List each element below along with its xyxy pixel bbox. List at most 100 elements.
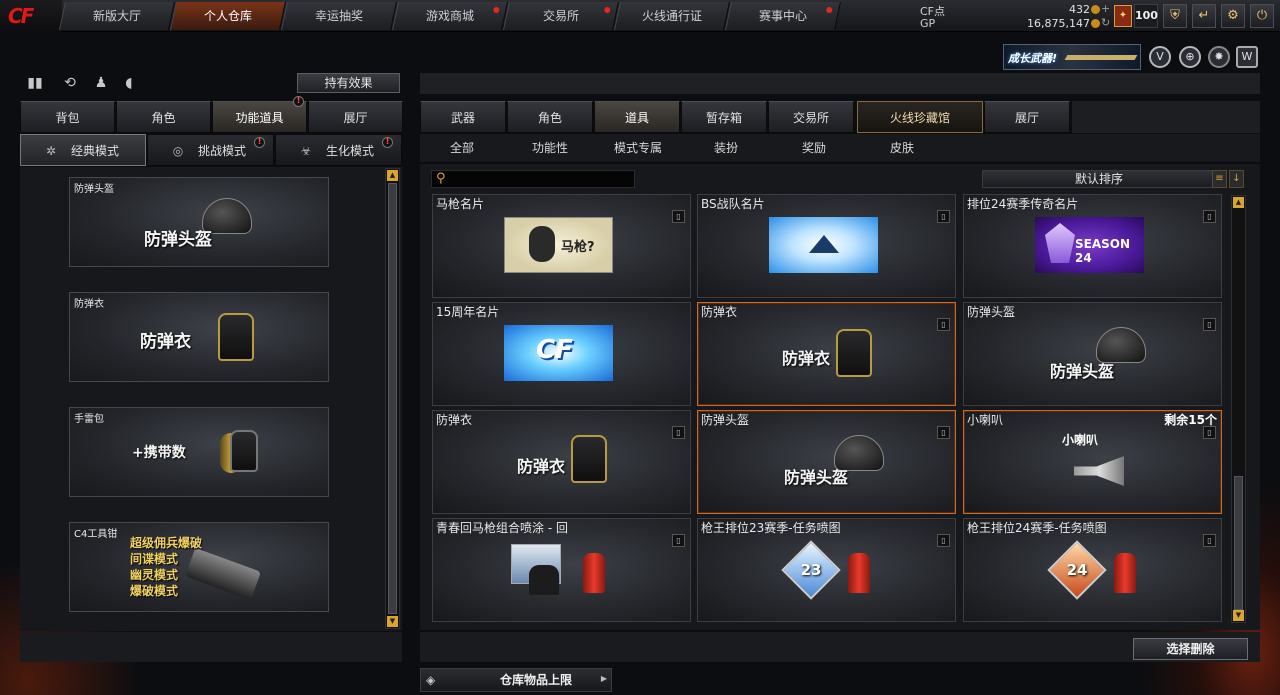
tab-zombie-mode[interactable]: ☣ 生化模式 !: [275, 134, 402, 166]
character-icon[interactable]: ♟: [92, 74, 110, 92]
trash-icon[interactable]: ▯: [672, 534, 685, 547]
tab-challenge-mode[interactable]: ◎ 挑战模式 !: [147, 134, 274, 166]
spray-can-icon: [1114, 553, 1136, 593]
subtab-rewards[interactable]: 奖励: [772, 134, 856, 162]
tab-function-items[interactable]: 功能道具: [212, 101, 307, 133]
v-badge-icon[interactable]: V: [1149, 46, 1171, 68]
tab-showroom[interactable]: 展厅: [308, 101, 403, 133]
tab-new-lobby[interactable]: 新版大厅: [59, 2, 175, 30]
subtab-mode-exclusive[interactable]: 模式专属: [596, 134, 680, 162]
trash-icon[interactable]: ▯: [1203, 210, 1216, 223]
owned-effects-button[interactable]: 持有效果: [297, 73, 400, 93]
item-card[interactable]: 青春回马枪组合喷涂 - 回 ▯: [432, 518, 691, 622]
add-cf-icon[interactable]: +: [1101, 2, 1112, 15]
search-input[interactable]: ⚲: [431, 170, 635, 188]
tab-backpack[interactable]: 背包: [20, 101, 115, 133]
item-card[interactable]: 枪王排位24赛季-任务喷图 ▯ 24: [963, 518, 1222, 622]
refresh-icon[interactable]: ↻: [1101, 16, 1112, 29]
item-card[interactable]: 小喇叭 剩余15个 ▯ 小喇叭: [963, 410, 1222, 514]
back-icon[interactable]: ↵: [1192, 4, 1216, 28]
tab-storage-box[interactable]: 暂存箱: [681, 101, 767, 133]
stats-icon[interactable]: ▮▮: [26, 74, 44, 92]
history-icon[interactable]: ⟲: [61, 74, 79, 92]
subtab-skins[interactable]: 皮肤: [860, 134, 944, 162]
cf-coin-icon: [1091, 5, 1100, 14]
trash-icon[interactable]: ▯: [672, 426, 685, 439]
item-card[interactable]: 防弹衣 ▯ 防弹衣: [432, 410, 691, 514]
item-card[interactable]: 防弹头盔 ▯ 防弹头盔: [963, 302, 1222, 406]
crosshair-icon[interactable]: ⊕: [1179, 46, 1201, 68]
settings-icon[interactable]: ⚙: [1221, 4, 1245, 28]
gp-coin-icon: [1091, 19, 1100, 28]
tab-items[interactable]: 道具: [594, 101, 680, 133]
scroll-thumb[interactable]: [388, 183, 397, 614]
mode-list: 超级佣兵爆破 间谍模式 幽灵模式 爆破模式: [130, 536, 203, 598]
sort-down-icon[interactable]: ↓: [1229, 170, 1244, 188]
equipped-slot-list: 防弹头盔 防弹头盔 防弹衣 防弹衣 手雷包 +携带数 C4工具钳 超级佣兵爆破 …: [20, 167, 402, 631]
left-scrollbar[interactable]: ▲ ▼: [385, 168, 400, 629]
mouse-icon[interactable]: ◖: [120, 74, 138, 92]
slot-grenade-pack[interactable]: 手雷包 +携带数: [69, 407, 329, 497]
tab-weapons[interactable]: 武器: [420, 101, 506, 133]
trash-icon[interactable]: ▯: [1203, 426, 1216, 439]
tab-collection-hall[interactable]: 火线珍藏馆: [857, 101, 983, 133]
tab-classic-mode[interactable]: ✲ 经典模式: [20, 134, 146, 166]
scroll-up-icon[interactable]: ▲: [387, 170, 398, 181]
shield-icon[interactable]: ⛨: [1163, 4, 1187, 28]
trash-icon[interactable]: ▯: [937, 426, 950, 439]
rank-badge-icon[interactable]: ✦: [1114, 5, 1132, 27]
trash-icon[interactable]: ▯: [937, 534, 950, 547]
bomb-icon[interactable]: ✸: [1208, 46, 1230, 68]
tab-battle-pass[interactable]: 火线通行证: [614, 2, 730, 30]
inventory-category-tabs: 武器 角色 道具 暂存箱 交易所 火线珍藏馆 展厅: [420, 101, 1072, 133]
trash-icon[interactable]: ▯: [672, 210, 685, 223]
game-logo[interactable]: CF: [0, 0, 62, 32]
list-view-icon[interactable]: ≡: [1212, 170, 1227, 188]
search-icon: ⚲: [436, 171, 446, 186]
subtab-functional[interactable]: 功能性: [508, 134, 592, 162]
season-crest-icon: [1045, 223, 1075, 263]
tab-event-center[interactable]: 赛事中心: [725, 2, 841, 30]
subtab-all[interactable]: 全部: [420, 134, 504, 162]
select-delete-button[interactable]: 选择删除: [1133, 638, 1248, 660]
tab-characters[interactable]: 角色: [507, 101, 593, 133]
rank-diamond-icon: 23: [781, 540, 841, 600]
scroll-down-icon[interactable]: ▼: [387, 616, 398, 627]
growth-weapon-banner[interactable]: 成长武器!: [1003, 44, 1141, 70]
item-card[interactable]: BS战队名片 ▯: [697, 194, 956, 298]
spray-can-icon: [848, 553, 870, 593]
tab-lucky-draw[interactable]: 幸运抽奖: [281, 2, 397, 30]
scroll-thumb[interactable]: [1234, 476, 1243, 610]
item-card[interactable]: 马枪名片 ▯ 马枪?: [432, 194, 691, 298]
slot-helmet[interactable]: 防弹头盔 防弹头盔: [69, 177, 329, 267]
cf-points-value: 432: [1069, 3, 1090, 16]
w-logo-icon[interactable]: W: [1236, 46, 1258, 68]
item-card[interactable]: 15周年名片 CF: [432, 302, 691, 406]
tab-exchange[interactable]: 交易所: [503, 2, 619, 30]
power-icon[interactable]: ⏻: [1250, 4, 1274, 28]
item-card[interactable]: 防弹头盔 ▯ 防弹头盔: [697, 410, 956, 514]
right-header-strip: [420, 73, 1260, 94]
tab-character[interactable]: 角色: [116, 101, 211, 133]
subtab-cosmetic[interactable]: 装扮: [684, 134, 768, 162]
item-card[interactable]: 排位24赛季传奇名片 ▯ SEASON 24: [963, 194, 1222, 298]
scroll-up-icon[interactable]: ▲: [1233, 197, 1244, 208]
tab-display-hall[interactable]: 展厅: [984, 101, 1070, 133]
left-toolbar: ▮▮ ⟲ ♟ ◖: [24, 72, 144, 94]
trash-icon[interactable]: ▯: [1203, 318, 1216, 331]
trash-icon[interactable]: ▯: [937, 318, 950, 331]
tab-personal-inventory[interactable]: 个人仓库: [170, 2, 286, 30]
tab-trade[interactable]: 交易所: [768, 101, 854, 133]
notification-dot: [604, 7, 611, 13]
item-card[interactable]: 防弹衣 ▯ 防弹衣: [697, 302, 956, 406]
trash-icon[interactable]: ▯: [1203, 534, 1216, 547]
item-card[interactable]: 枪王排位23赛季-任务喷图 ▯ 23: [697, 518, 956, 622]
tab-game-shop[interactable]: 游戏商城: [392, 2, 508, 30]
slot-body-armor[interactable]: 防弹衣 防弹衣: [69, 292, 329, 382]
trash-icon[interactable]: ▯: [937, 210, 950, 223]
inventory-scrollbar[interactable]: ▲ ▼: [1231, 195, 1246, 623]
scroll-down-icon[interactable]: ▼: [1233, 610, 1244, 621]
inventory-capacity-bar[interactable]: ◈ 仓库物品上限 ▶: [420, 668, 612, 692]
slot-c4-pliers[interactable]: C4工具钳 超级佣兵爆破 间谍模式 幽灵模式 爆破模式: [69, 522, 329, 612]
sort-dropdown[interactable]: 默认排序: [982, 170, 1214, 188]
